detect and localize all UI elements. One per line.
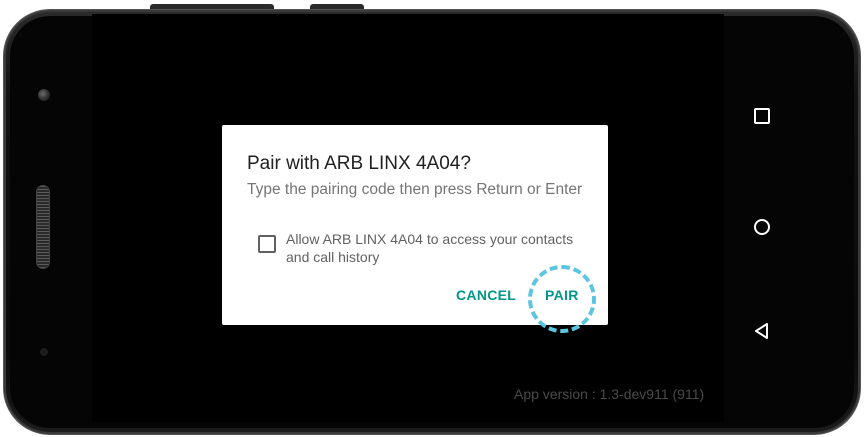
pairing-dialog: Pair with ARB LINX 4A04? Type the pairin… [222,125,608,325]
contacts-access-option[interactable]: Allow ARB LINX 4A04 to access your conta… [258,230,598,266]
square-icon [754,108,770,124]
proximity-sensor [40,348,48,356]
contacts-access-label: Allow ARB LINX 4A04 to access your conta… [286,231,574,265]
circle-icon [754,219,770,235]
dialog-title: Pair with ARB LINX 4A04? [247,153,471,174]
speaker-grille [37,186,49,268]
contacts-access-checkbox[interactable] [258,235,276,253]
pair-button[interactable]: PAIR [545,287,579,303]
app-version: App version : 1.3-dev911 (911) [514,386,705,402]
home-button[interactable] [752,217,772,237]
dialog-message: Type the pairing code then press Return … [247,181,583,198]
recents-button[interactable] [752,106,772,126]
cancel-button[interactable]: CANCEL [456,287,516,303]
front-camera [38,89,50,101]
device-frame: Pair with ARB LINX 4A04? Type the pairin… [0,0,864,437]
triangle-back-icon [755,323,768,339]
back-button[interactable] [752,321,772,341]
